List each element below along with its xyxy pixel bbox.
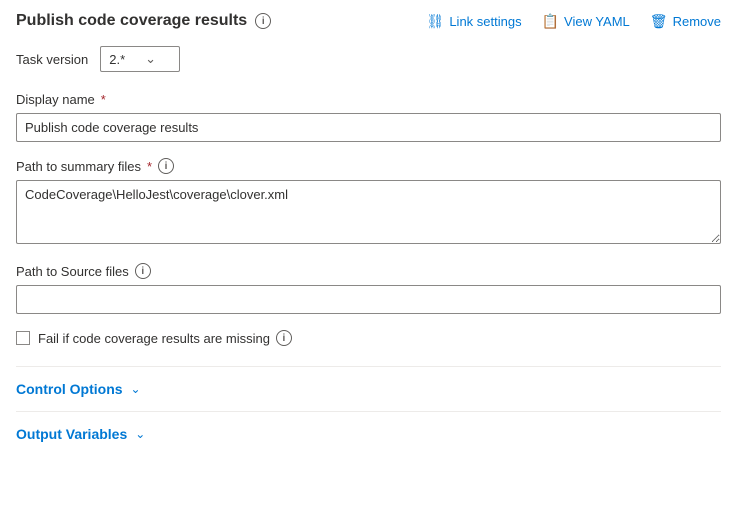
view-yaml-label: View YAML	[564, 14, 630, 29]
yaml-icon: 📋	[542, 13, 559, 30]
control-options-chevron-icon: ⌄	[131, 382, 141, 396]
header: Publish code coverage results i ⛓ Link s…	[16, 12, 721, 30]
checkbox-label: Fail if code coverage results are missin…	[38, 330, 292, 346]
control-options-title: Control Options	[16, 381, 123, 397]
task-version-value: 2.*	[109, 52, 125, 67]
task-version-chevron-icon: ⌄	[145, 51, 156, 67]
path-source-info-icon[interactable]: i	[135, 263, 151, 279]
path-source-input[interactable]	[16, 285, 721, 314]
title-info-icon[interactable]: i	[255, 13, 271, 29]
path-summary-label: Path to summary files * i	[16, 158, 721, 174]
checkbox-info-icon[interactable]: i	[276, 330, 292, 346]
path-summary-required: *	[147, 159, 152, 174]
link-settings-button[interactable]: ⛓ Link settings	[427, 13, 522, 30]
link-settings-label: Link settings	[449, 14, 521, 29]
display-name-field: Display name *	[16, 92, 721, 142]
page-title: Publish code coverage results	[16, 12, 247, 30]
display-name-required: *	[101, 92, 106, 107]
task-version-row: Task version 2.* ⌄	[16, 46, 721, 72]
control-options-header[interactable]: Control Options ⌄	[16, 381, 721, 397]
header-left: Publish code coverage results i	[16, 12, 271, 30]
path-summary-input[interactable]	[16, 180, 721, 244]
header-actions: ⛓ Link settings 📋 View YAML 🗑 Remove	[427, 13, 721, 30]
task-version-label: Task version	[16, 52, 88, 67]
view-yaml-button[interactable]: 📋 View YAML	[542, 13, 630, 30]
path-summary-info-icon[interactable]: i	[158, 158, 174, 174]
output-variables-chevron-icon: ⌄	[135, 427, 145, 441]
main-panel: Publish code coverage results i ⛓ Link s…	[0, 0, 737, 468]
link-icon: ⛓	[427, 13, 445, 30]
path-source-field: Path to Source files i	[16, 263, 721, 314]
display-name-input[interactable]	[16, 113, 721, 142]
remove-label: Remove	[673, 14, 721, 29]
display-name-label: Display name *	[16, 92, 721, 107]
path-summary-field: Path to summary files * i	[16, 158, 721, 247]
remove-button[interactable]: 🗑 Remove	[650, 13, 721, 30]
output-variables-section: Output Variables ⌄	[16, 411, 721, 456]
task-version-select[interactable]: 2.* ⌄	[100, 46, 180, 72]
control-options-section: Control Options ⌄	[16, 366, 721, 411]
path-source-label: Path to Source files i	[16, 263, 721, 279]
trash-icon: 🗑	[650, 13, 668, 30]
output-variables-header[interactable]: Output Variables ⌄	[16, 426, 721, 442]
output-variables-title: Output Variables	[16, 426, 127, 442]
fail-checkbox[interactable]	[16, 331, 30, 345]
checkbox-row: Fail if code coverage results are missin…	[16, 330, 721, 346]
